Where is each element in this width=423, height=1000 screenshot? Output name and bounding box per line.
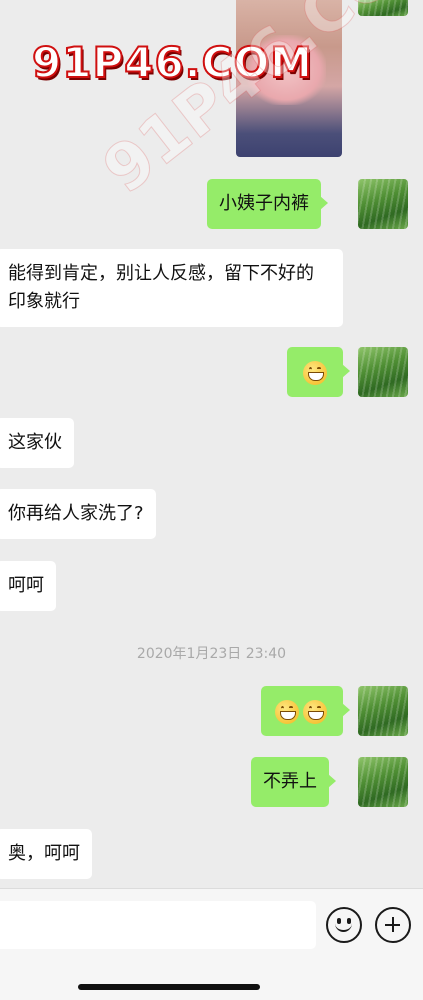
my-avatar[interactable] — [358, 686, 408, 736]
message-bubble-outgoing[interactable] — [261, 686, 350, 736]
message-text: 奥，呵呵 — [8, 843, 80, 864]
message-text: 你再给人家洗了? — [8, 503, 144, 524]
grin-emoji-icon — [275, 700, 299, 724]
message-bubble-incoming[interactable]: 能得到肯定，别让人反感，留下不好的印象就行 — [0, 249, 343, 327]
message-bubble-outgoing[interactable]: 小姨子内裤 — [207, 179, 328, 229]
message-bubble-incoming[interactable]: 你再给人家洗了? — [0, 489, 156, 539]
my-avatar[interactable] — [358, 179, 408, 229]
message-bubble-incoming[interactable]: 这家伙 — [0, 418, 74, 468]
message-text: 呵呵 — [8, 575, 44, 596]
message-bubble-outgoing[interactable] — [287, 347, 350, 397]
message-bubble-incoming[interactable]: 呵呵 — [0, 561, 56, 611]
message-text: 小姨子内裤 — [219, 193, 309, 214]
grin-emoji-icon — [303, 361, 327, 385]
chat-message-list[interactable]: 小姨子内裤 能得到肯定，别让人反感，留下不好的印象就行 这家伙 你再给人家洗了?… — [0, 0, 423, 888]
watermark-diagonal: 91P46.COM — [90, 0, 423, 209]
my-avatar[interactable] — [358, 757, 408, 807]
message-input[interactable] — [0, 901, 316, 949]
my-avatar[interactable] — [358, 347, 408, 397]
message-text: 这家伙 — [8, 432, 62, 453]
home-indicator[interactable] — [78, 984, 260, 990]
message-bubble-outgoing[interactable]: 不弄上 — [251, 757, 336, 807]
message-text: 能得到肯定，别让人反感，留下不好的印象就行 — [8, 263, 314, 312]
grin-emoji-icon — [303, 700, 327, 724]
smile-face-icon[interactable] — [326, 907, 362, 943]
message-timestamp: 2020年1月23日 23:40 — [136, 646, 287, 662]
message-bubble-incoming[interactable]: 奥，呵呵 — [0, 829, 92, 879]
plus-circle-icon[interactable] — [375, 907, 411, 943]
message-text: 不弄上 — [263, 771, 317, 792]
